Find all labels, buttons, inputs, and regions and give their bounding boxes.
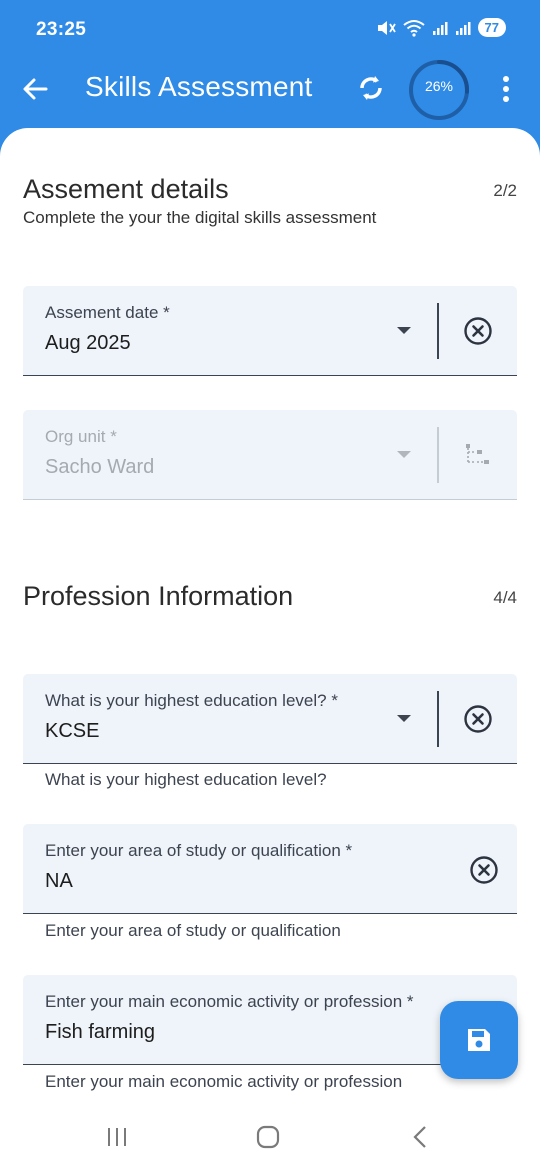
education-level-value: KCSE (45, 720, 100, 742)
section-subtitle-assessment: Complete the your the digital skills ass… (23, 208, 377, 227)
signal-icon-1 (432, 21, 448, 35)
app-bar: Skills Assessment 26% (0, 60, 540, 128)
area-of-study-field[interactable]: Enter your area of study or qualificatio… (23, 824, 517, 914)
signal-icon-2 (455, 21, 471, 35)
org-unit-value: Sacho Ward (45, 456, 155, 478)
area-of-study-value: NA (45, 870, 73, 892)
save-button[interactable] (440, 1001, 518, 1079)
dropdown-arrow-icon[interactable] (397, 327, 411, 334)
clear-circle-icon[interactable] (463, 316, 493, 346)
status-time: 23:25 (36, 19, 87, 40)
assessment-date-label: Assement date * (45, 303, 170, 322)
home-icon[interactable] (256, 1125, 280, 1149)
recent-apps-icon[interactable] (106, 1126, 128, 1148)
area-of-study-label: Enter your area of study or qualificatio… (45, 841, 353, 860)
economic-activity-helper: Enter your main economic activity or pro… (45, 1072, 403, 1091)
progress-percent: 26% (424, 78, 454, 94)
economic-activity-value: Fish farming (45, 1021, 156, 1043)
sync-icon[interactable] (356, 73, 386, 103)
org-unit-field: Org unit * Sacho Ward (23, 410, 517, 500)
page-title: Skills Assessment (85, 71, 313, 102)
org-unit-label: Org unit * (45, 427, 117, 446)
arrow-left-icon[interactable] (20, 74, 50, 104)
education-level-field[interactable]: What is your highest education level? * … (23, 674, 517, 764)
field-divider (437, 427, 439, 483)
system-nav-bar (0, 1100, 540, 1170)
section-count-assessment: 2/2 (493, 181, 517, 200)
assessment-date-field[interactable]: Assement date * Aug 2025 (23, 286, 517, 376)
field-divider (437, 303, 439, 359)
section-title-profession: Profession Information (23, 581, 294, 611)
education-level-label: What is your highest education level? * (45, 691, 338, 710)
dropdown-arrow-icon[interactable] (397, 715, 411, 722)
area-of-study-helper: Enter your area of study or qualificatio… (45, 921, 341, 940)
section-title-assessment: Assement details (23, 174, 229, 204)
org-tree-icon (466, 444, 489, 464)
wifi-icon (402, 19, 425, 37)
status-bar: 23:25 77 (0, 0, 540, 60)
dropdown-arrow-icon (397, 451, 411, 458)
field-divider (437, 691, 439, 747)
save-icon (468, 1029, 490, 1051)
mute-icon (377, 20, 396, 35)
section-count-profession: 4/4 (493, 588, 517, 607)
assessment-date-value: Aug 2025 (45, 332, 131, 354)
economic-activity-label: Enter your main economic activity or pro… (45, 992, 414, 1011)
clear-circle-icon[interactable] (463, 704, 493, 734)
more-vert-icon[interactable] (495, 74, 517, 104)
clear-circle-icon[interactable] (469, 855, 499, 885)
status-icons: 77 (376, 18, 506, 37)
battery-level: 77 (477, 18, 506, 37)
education-level-helper: What is your highest education level? (45, 770, 327, 789)
back-nav-icon[interactable] (410, 1125, 430, 1149)
